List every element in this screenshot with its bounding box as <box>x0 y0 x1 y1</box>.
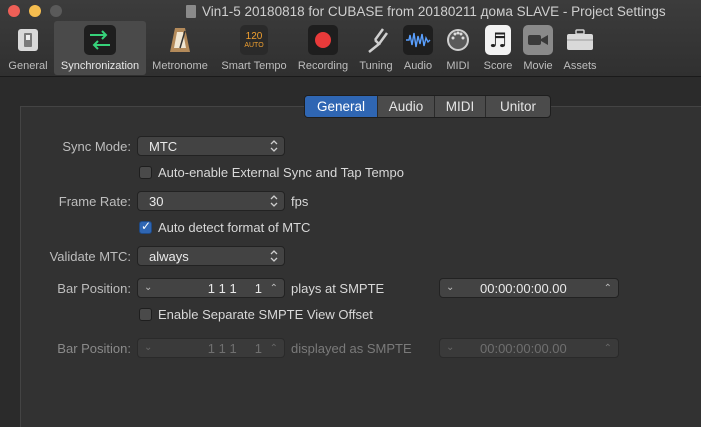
updown-chevron-icon <box>270 195 278 207</box>
auto-detect-mtc-label: Auto detect format of MTC <box>158 220 311 235</box>
bar-position-2-field[interactable]: ⌄ 1 1 1 1 ⌃ <box>137 338 285 358</box>
settings-panel <box>20 106 701 427</box>
bar-position-field[interactable]: ⌄ 1 1 1 1 ⌃ <box>137 278 285 298</box>
toolbar-assets[interactable]: Assets <box>561 21 599 75</box>
tab-general[interactable]: General <box>305 96 378 117</box>
chevron-up-icon: ⌃ <box>269 343 278 354</box>
enable-separate-smpte-offset-label: Enable Separate SMPTE View Offset <box>158 307 373 322</box>
smpte-time-field[interactable]: ⌄ 00:00:00:00.00 ⌃ <box>439 278 619 298</box>
toolbar-midi[interactable]: MIDI <box>443 21 473 75</box>
chevron-down-icon: ⌄ <box>446 282 455 293</box>
score-icon: ♬ <box>485 25 511 55</box>
minimize-window-button[interactable] <box>29 5 41 17</box>
frame-rate-select[interactable]: 30 <box>137 191 285 211</box>
toolbar-movie[interactable]: Movie <box>520 21 556 75</box>
chevron-up-icon: ⌃ <box>269 283 278 294</box>
midi-icon <box>443 25 473 55</box>
window-title: Vin1-5 20180818 for CUBASE from 20180211… <box>186 2 666 20</box>
metronome-icon <box>165 25 195 55</box>
updown-chevron-icon <box>270 250 278 262</box>
auto-enable-external-sync-label: Auto-enable External Sync and Tap Tempo <box>158 165 404 180</box>
chevron-down-icon: ⌄ <box>144 342 153 353</box>
enable-separate-smpte-offset-checkbox[interactable] <box>139 308 152 321</box>
toolbar-synchronization[interactable]: Synchronization <box>54 21 146 75</box>
toolbar-audio[interactable]: Audio <box>401 21 435 75</box>
sync-mode-select[interactable]: MTC <box>137 136 285 156</box>
sync-mode-label: Sync Mode: <box>62 139 131 154</box>
tuning-fork-icon <box>361 25 391 55</box>
zoom-window-button[interactable] <box>50 5 62 17</box>
tab-midi[interactable]: MIDI <box>435 96 486 117</box>
bar-position-label: Bar Position: <box>57 281 131 296</box>
validate-mtc-select[interactable]: always <box>137 246 285 266</box>
plays-at-smpte-label: plays at SMPTE <box>291 281 385 296</box>
toolbar-recording[interactable]: Recording <box>296 21 350 75</box>
chevron-down-icon: ⌄ <box>144 282 153 293</box>
chevron-down-icon: ⌄ <box>446 342 455 353</box>
toolbar-score[interactable]: ♬ Score <box>481 21 515 75</box>
tab-unitor[interactable]: Unitor <box>486 96 550 117</box>
toolbar-general[interactable]: General <box>6 21 50 75</box>
chevron-up-icon: ⌃ <box>603 283 612 294</box>
chevron-up-icon: ⌃ <box>603 343 612 354</box>
toolbar-smart-tempo[interactable]: 120 AUTO Smart Tempo <box>218 21 290 75</box>
validate-mtc-label: Validate MTC: <box>49 249 131 264</box>
waveform-icon <box>403 25 433 55</box>
smpte-time-2-field[interactable]: ⌄ 00:00:00:00.00 ⌃ <box>439 338 619 358</box>
general-icon <box>13 25 43 55</box>
document-icon <box>186 4 196 18</box>
toolbar-tuning[interactable]: Tuning <box>356 21 396 75</box>
record-icon <box>308 25 338 55</box>
window-toolbar: Vin1-5 20180818 for CUBASE from 20180211… <box>0 0 701 77</box>
synchronization-icon <box>84 25 116 55</box>
auto-detect-mtc-checkbox[interactable] <box>139 219 152 234</box>
frame-rate-label: Frame Rate: <box>58 194 131 209</box>
frame-rate-unit: fps <box>291 194 309 209</box>
close-window-button[interactable] <box>8 5 20 17</box>
assets-briefcase-icon <box>565 25 595 55</box>
toolbar-metronome[interactable]: Metronome <box>150 21 210 75</box>
tab-audio[interactable]: Audio <box>378 96 435 117</box>
auto-enable-external-sync-checkbox[interactable] <box>139 166 152 179</box>
window-title-text: Vin1-5 20180818 for CUBASE from 20180211… <box>202 3 666 19</box>
bar-position-2-label: Bar Position: <box>57 341 131 356</box>
smart-tempo-icon: 120 AUTO <box>240 25 268 55</box>
movie-camera-icon <box>523 25 553 55</box>
tab-bar: General Audio MIDI Unitor <box>304 95 551 118</box>
displayed-as-smpte-label: displayed as SMPTE <box>291 341 412 356</box>
updown-chevron-icon <box>270 140 278 152</box>
